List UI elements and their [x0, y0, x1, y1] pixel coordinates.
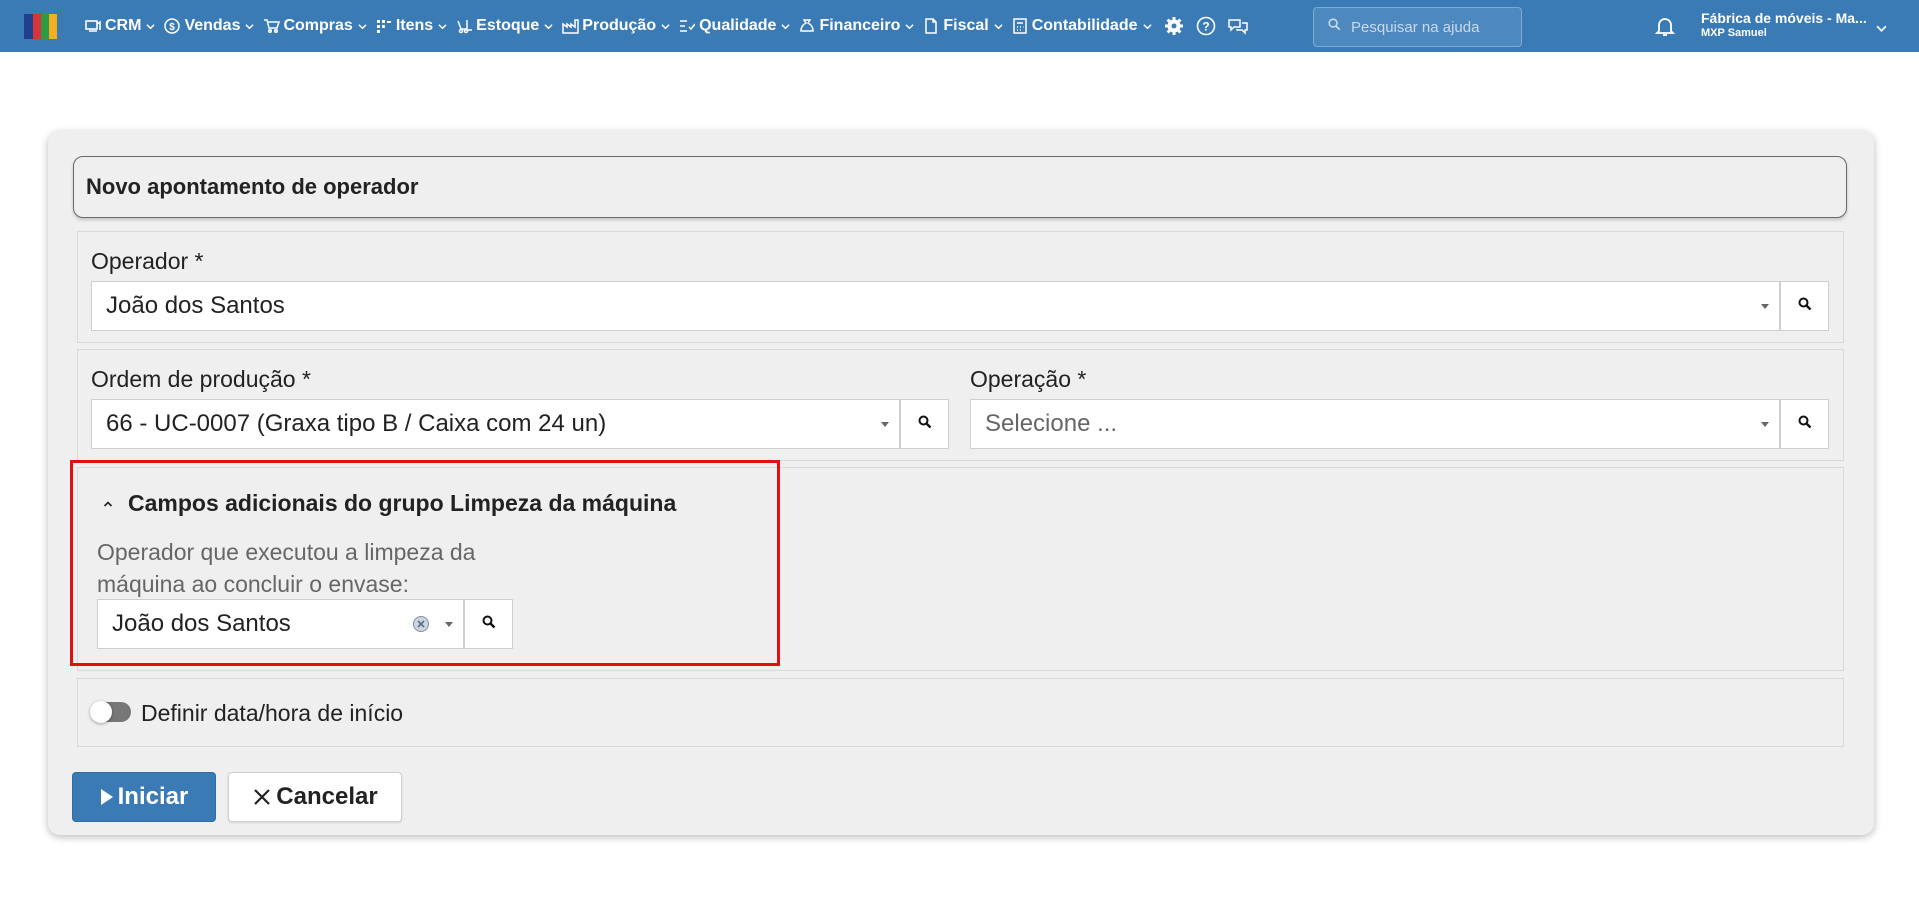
search-icon: [482, 615, 496, 634]
menu-producao-label: Produção: [582, 17, 657, 34]
start-time-label: Definir data/hora de início: [141, 700, 404, 726]
operacao-placeholder: Selecione ...: [985, 410, 1118, 437]
start-button-label: Iniciar: [117, 783, 189, 810]
operador-lookup-button[interactable]: [1780, 281, 1829, 331]
chevron-down-icon: [438, 22, 447, 31]
limpeza-operador-select[interactable]: João dos Santos: [97, 599, 464, 649]
help-search[interactable]: [1313, 7, 1522, 47]
search-icon: [918, 415, 932, 434]
menu-vendas-label: Vendas: [184, 17, 241, 34]
menu-itens[interactable]: Itens: [373, 0, 453, 52]
settings-gear-icon[interactable]: [1158, 0, 1190, 52]
svg-text:?: ?: [1202, 20, 1209, 34]
close-icon: [252, 787, 272, 807]
search-input[interactable]: [1351, 18, 1511, 36]
caret-down-icon[interactable]: [871, 399, 899, 449]
search-icon: [1798, 297, 1812, 316]
help-icon[interactable]: ?: [1190, 0, 1222, 52]
money-bag-icon: [798, 17, 816, 35]
chevron-down-icon: [358, 22, 367, 31]
form-title-box: Novo apontamento de operador: [73, 156, 1847, 218]
chevron-down-icon[interactable]: [1876, 21, 1887, 32]
chevron-down-icon: [146, 22, 156, 31]
ordem-lookup-button[interactable]: [900, 399, 949, 449]
menu-fiscal[interactable]: Fiscal: [920, 0, 1008, 52]
menu-compras[interactable]: Compras: [260, 0, 372, 52]
chevron-down-icon: [905, 22, 914, 31]
app-logo[interactable]: [24, 14, 57, 39]
switch-knob: [90, 701, 112, 723]
operador-value: João dos Santos: [106, 292, 285, 319]
items-icon: [375, 17, 393, 35]
chevron-down-icon: [245, 22, 255, 31]
main-menu: CRM $ Vendas Compras Itens Estoque Produ…: [82, 0, 1254, 52]
forklift-icon: [455, 17, 473, 35]
cart-icon: [262, 17, 280, 35]
start-time-switch[interactable]: [90, 701, 131, 723]
menu-qualidade[interactable]: Qualidade: [676, 0, 796, 52]
menu-financeiro-label: Financeiro: [819, 17, 901, 34]
company-user: MXP Samuel: [1701, 27, 1767, 39]
clear-icon[interactable]: [411, 614, 431, 634]
menu-qualidade-label: Qualidade: [699, 17, 777, 34]
caret-down-icon[interactable]: [435, 599, 463, 649]
menu-crm[interactable]: CRM: [82, 0, 161, 52]
ordem-value: 66 - UC-0007 (Graxa tipo B / Caixa com 2…: [106, 410, 607, 437]
operacao-select[interactable]: Selecione ...: [970, 399, 1780, 449]
chevron-down-icon: [781, 22, 791, 31]
start-button[interactable]: Iniciar: [72, 772, 216, 822]
caret-down-icon[interactable]: [1751, 399, 1779, 449]
operador-select[interactable]: João dos Santos: [91, 281, 1780, 331]
menu-financeiro[interactable]: Financeiro: [796, 0, 920, 52]
menu-fiscal-label: Fiscal: [943, 17, 989, 34]
company-switcher[interactable]: Fábrica de móveis - Ma... MXP Samuel: [1701, 10, 1891, 39]
form-card: Novo apontamento de operador Operador * …: [48, 131, 1874, 835]
limpeza-operador-lookup-button[interactable]: [464, 599, 513, 649]
top-navbar: CRM $ Vendas Compras Itens Estoque Produ…: [0, 0, 1919, 52]
menu-itens-label: Itens: [395, 17, 434, 34]
chevron-down-icon: [661, 22, 670, 31]
chevron-down-icon: [994, 22, 1003, 31]
menu-vendas[interactable]: $ Vendas: [161, 0, 260, 52]
operador-label: Operador *: [91, 248, 204, 274]
crm-icon: [84, 17, 102, 35]
page-title: Novo apontamento de operador: [86, 174, 419, 199]
operacao-label: Operação *: [970, 366, 1087, 392]
calculator-icon: [1011, 17, 1029, 35]
menu-crm-label: CRM: [105, 17, 142, 34]
dollar-icon: $: [163, 17, 181, 35]
chevron-up-icon: [101, 497, 115, 511]
cancel-button[interactable]: Cancelar: [228, 772, 402, 822]
checklist-icon: [678, 17, 696, 35]
menu-estoque[interactable]: Estoque: [453, 0, 559, 52]
extra-field-label: Operador que executou a limpeza da máqui…: [97, 539, 476, 597]
menu-contabilidade[interactable]: Contabilidade: [1009, 0, 1158, 52]
extra-fields-title: Campos adicionais do grupo Limpeza da má…: [128, 490, 677, 516]
chevron-down-icon: [1142, 22, 1152, 31]
limpeza-operador-value: João dos Santos: [112, 610, 291, 637]
factory-icon: [561, 17, 579, 35]
search-icon: [1798, 415, 1812, 434]
ordem-label: Ordem de produção *: [91, 366, 311, 392]
chat-icon[interactable]: [1222, 0, 1254, 52]
caret-down-icon[interactable]: [1751, 281, 1779, 331]
extra-fields-toggle[interactable]: Campos adicionais do grupo Limpeza da má…: [101, 490, 676, 517]
menu-compras-label: Compras: [283, 17, 353, 34]
operacao-lookup-button[interactable]: [1780, 399, 1829, 449]
document-icon: [922, 17, 940, 35]
notifications-bell-icon[interactable]: [1653, 14, 1677, 38]
menu-estoque-label: Estoque: [476, 17, 540, 34]
menu-producao[interactable]: Produção: [559, 0, 676, 52]
svg-text:$: $: [170, 22, 176, 33]
play-icon: [100, 788, 114, 806]
search-icon: [1328, 18, 1341, 36]
cancel-button-label: Cancelar: [276, 783, 378, 810]
ordem-select[interactable]: 66 - UC-0007 (Graxa tipo B / Caixa com 2…: [91, 399, 900, 449]
menu-contabilidade-label: Contabilidade: [1031, 17, 1138, 34]
chevron-down-icon: [544, 22, 553, 31]
company-name: Fábrica de móveis - Ma...: [1701, 10, 1867, 26]
